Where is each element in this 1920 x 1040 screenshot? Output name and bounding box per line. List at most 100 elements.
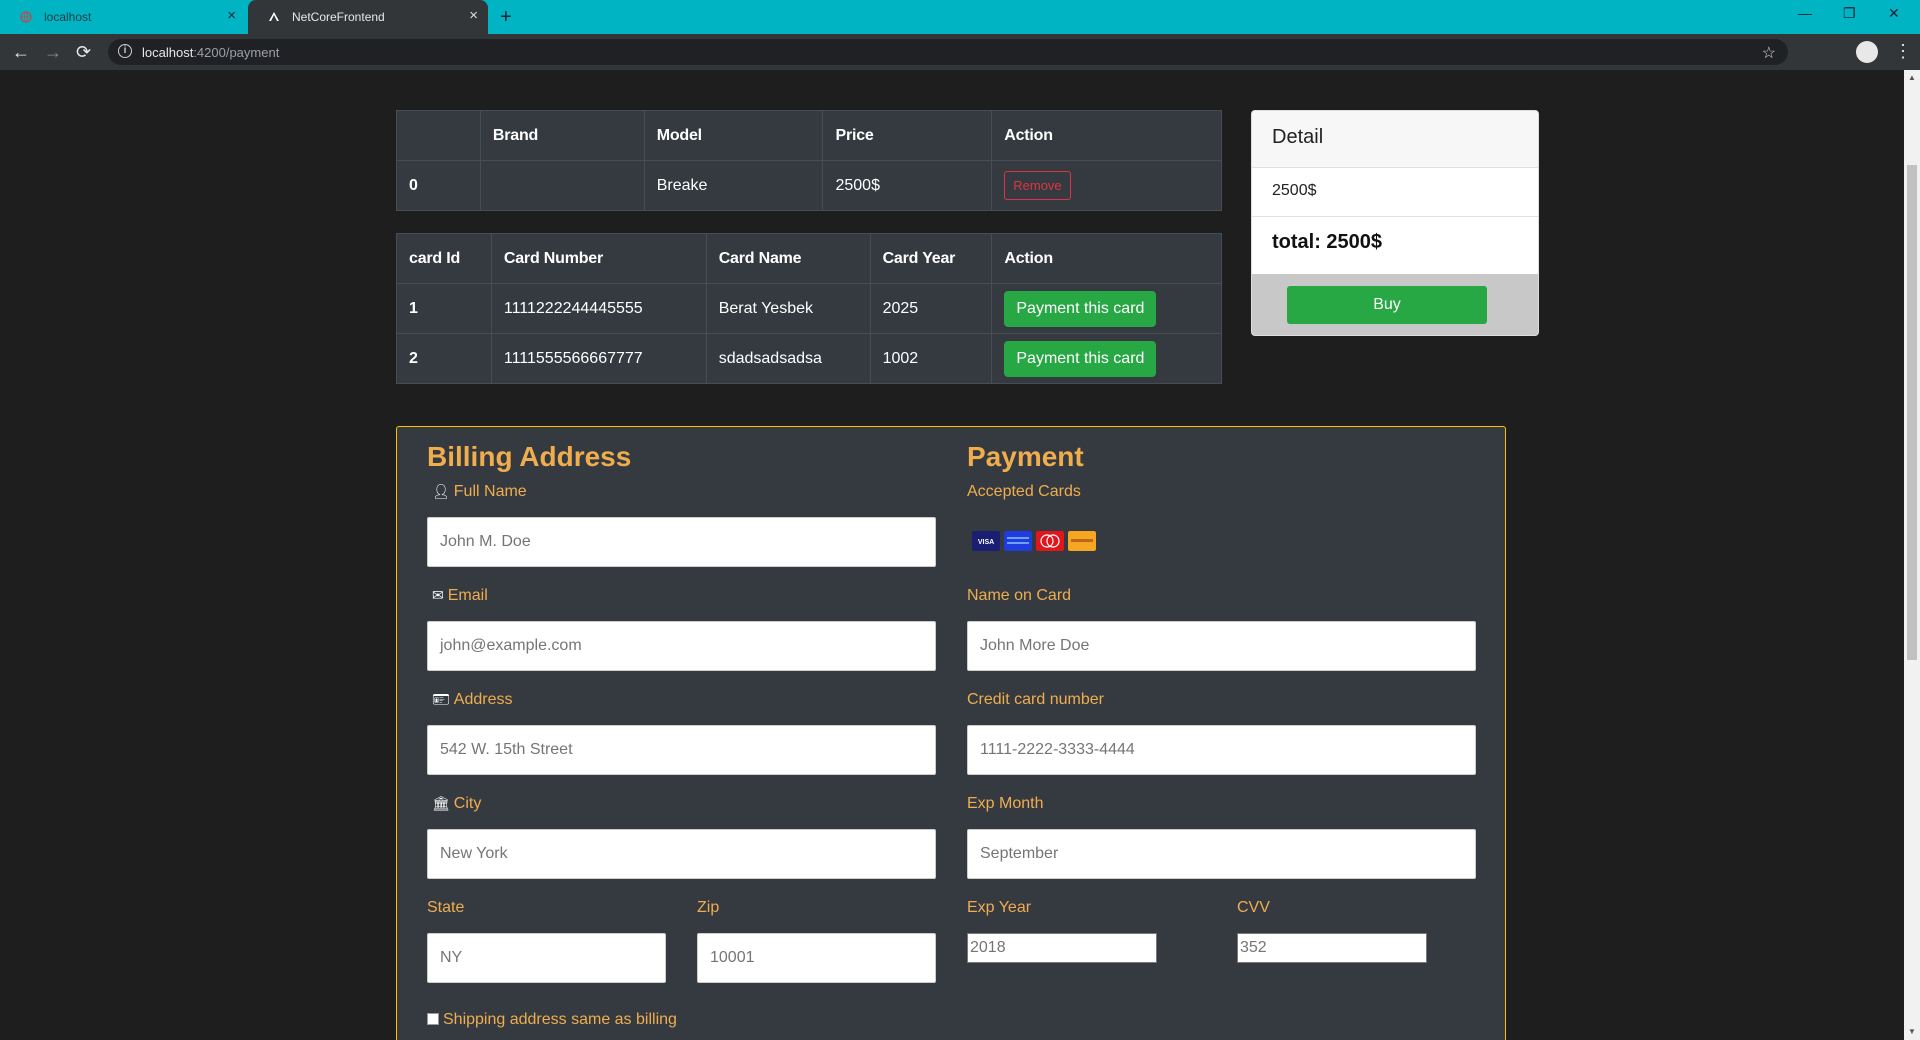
url-input[interactable]: i localhost:4200/payment ☆ [108, 39, 1788, 65]
full-name-label: 👤︎ Full Name [432, 483, 527, 500]
address-card-icon: 🪪︎ [432, 691, 450, 707]
price-cell: 2500$ [822, 160, 993, 211]
payment-title: Payment [967, 441, 1084, 472]
table-header-row: card Id Card Number Card Name Card Year … [396, 233, 1222, 284]
tab-label: localhost [44, 10, 92, 24]
exp-month-label: Exp Month [967, 795, 1044, 812]
reload-button[interactable]: ⟳ [76, 42, 91, 62]
detail-footer: Buy [1252, 274, 1538, 335]
column-header: Price [822, 110, 993, 161]
back-button[interactable]: ← [12, 42, 30, 62]
exp-month-input[interactable]: September [967, 829, 1476, 879]
model-cell: Breake [643, 160, 824, 211]
forward-button[interactable]: → [44, 42, 62, 62]
exp-year-label: Exp Year [967, 899, 1032, 916]
envelope-icon: ✉ [432, 587, 444, 603]
column-header [396, 110, 481, 161]
card-number-cell: 1111555566667777 [490, 333, 707, 384]
action-cell: Payment this card [991, 283, 1222, 334]
tab-label: NetCoreFrontend [292, 10, 385, 24]
globe-icon [20, 11, 32, 23]
state-label: State [427, 899, 465, 916]
close-icon[interactable]: × [469, 8, 478, 24]
column-header: Model [643, 110, 824, 161]
angular-icon [269, 12, 279, 21]
pay-with-card-button[interactable]: Payment this card [1004, 290, 1157, 327]
cvv-label: CVV [1237, 899, 1270, 916]
page-scrollbar[interactable]: ▲ ▼ [1904, 70, 1920, 1040]
checkbox-icon[interactable] [427, 1013, 439, 1025]
card-year-cell: 2025 [869, 283, 993, 334]
zip-label: Zip [697, 899, 720, 916]
address-bar: ← → ⟳ i localhost:4200/payment ☆ [0, 34, 1920, 70]
address-input[interactable]: 542 W. 15th Street [427, 725, 936, 775]
scrollbar-thumb[interactable] [1907, 165, 1917, 660]
info-icon[interactable]: i [118, 44, 132, 58]
brand-cell [479, 160, 645, 211]
user-icon: 👤︎ [432, 483, 450, 499]
column-header: Brand [479, 110, 645, 161]
state-input[interactable]: NY [427, 933, 666, 983]
visa-icon: VISA [972, 531, 1000, 551]
tab-strip: localhost × NetCoreFrontend × + — ❐ ✕ [0, 0, 1920, 34]
card-name-cell: Berat Yesbek [705, 283, 871, 334]
city-input[interactable]: New York [427, 829, 936, 879]
card-number-cell: 1111222244445555 [490, 283, 707, 334]
table-row: 1 1111222244445555 Berat Yesbek 2025 Pay… [396, 283, 1222, 334]
cart-table: Brand Model Price Action 0 Breake 2500$ … [396, 110, 1222, 211]
column-header: card Id [396, 233, 492, 284]
column-header: Card Number [490, 233, 707, 284]
url-text: localhost:4200/payment [142, 45, 280, 60]
card-number-input[interactable]: 1111-2222-3333-4444 [967, 725, 1476, 775]
scroll-down-icon[interactable]: ▼ [1908, 1027, 1916, 1036]
new-tab-button[interactable]: + [500, 6, 512, 29]
column-header: Action [991, 233, 1222, 284]
detail-title: Detail [1252, 111, 1538, 168]
card-number-label: Credit card number [967, 691, 1104, 708]
same-address-checkbox[interactable]: Shipping address same as billing [427, 1011, 677, 1029]
card-year-cell: 1002 [869, 333, 993, 384]
accepted-cards-label: Accepted Cards [967, 483, 1081, 500]
remove-button[interactable]: Remove [1004, 171, 1071, 200]
browser-menu-icon[interactable]: ⋮ [1894, 41, 1912, 62]
tab-localhost[interactable]: localhost × [0, 0, 246, 34]
row-index: 0 [396, 160, 481, 211]
detail-price: 2500$ [1252, 168, 1538, 217]
name-on-card-label: Name on Card [967, 587, 1072, 604]
institution-icon: 🏛︎ [432, 795, 450, 811]
profile-avatar-icon[interactable] [1856, 41, 1878, 63]
pay-with-card-button[interactable]: Payment this card [1004, 340, 1157, 377]
action-cell: Remove [991, 160, 1222, 211]
cards-table: card Id Card Number Card Name Card Year … [396, 233, 1222, 384]
email-input[interactable]: john@example.com [427, 621, 936, 671]
table-header-row: Brand Model Price Action [396, 110, 1222, 161]
card-id-cell: 1 [396, 283, 492, 334]
table-row: 2 1111555566667777 sdadsadsadsa 1002 Pay… [396, 333, 1222, 384]
svg-text:VISA: VISA [978, 539, 994, 546]
card-id-cell: 2 [396, 333, 492, 384]
column-header: Action [991, 110, 1222, 161]
full-name-input[interactable]: John M. Doe [427, 517, 936, 567]
maximize-button[interactable]: ❐ [1843, 5, 1856, 22]
column-header: Card Name [705, 233, 871, 284]
detail-card: Detail 2500$ total: 2500$ Buy [1251, 110, 1539, 336]
buy-button[interactable]: Buy [1287, 286, 1487, 324]
name-on-card-input[interactable]: John More Doe [967, 621, 1476, 671]
tab-netcorefrontend[interactable]: NetCoreFrontend × [248, 0, 488, 34]
close-icon[interactable]: × [227, 8, 236, 24]
page-viewport: Brand Model Price Action 0 Breake 2500$ … [0, 70, 1904, 1040]
action-cell: Payment this card [991, 333, 1222, 384]
billing-title: Billing Address [427, 441, 632, 472]
amex-icon [1004, 531, 1032, 551]
zip-input[interactable]: 10001 [697, 933, 936, 983]
address-label: 🪪︎ Address [432, 691, 513, 708]
scroll-up-icon[interactable]: ▲ [1908, 73, 1916, 82]
table-row: 0 Breake 2500$ Remove [396, 160, 1222, 211]
bookmark-star-icon[interactable]: ☆ [1762, 43, 1776, 63]
minimize-button[interactable]: — [1798, 5, 1812, 21]
exp-year-input[interactable]: 2018 [967, 933, 1157, 963]
column-header: Card Year [869, 233, 993, 284]
window-close-button[interactable]: ✕ [1888, 5, 1900, 22]
cvv-input[interactable]: 352 [1237, 933, 1427, 963]
checkout-form: Billing Address 👤︎ Full Name John M. Doe … [396, 426, 1506, 1040]
